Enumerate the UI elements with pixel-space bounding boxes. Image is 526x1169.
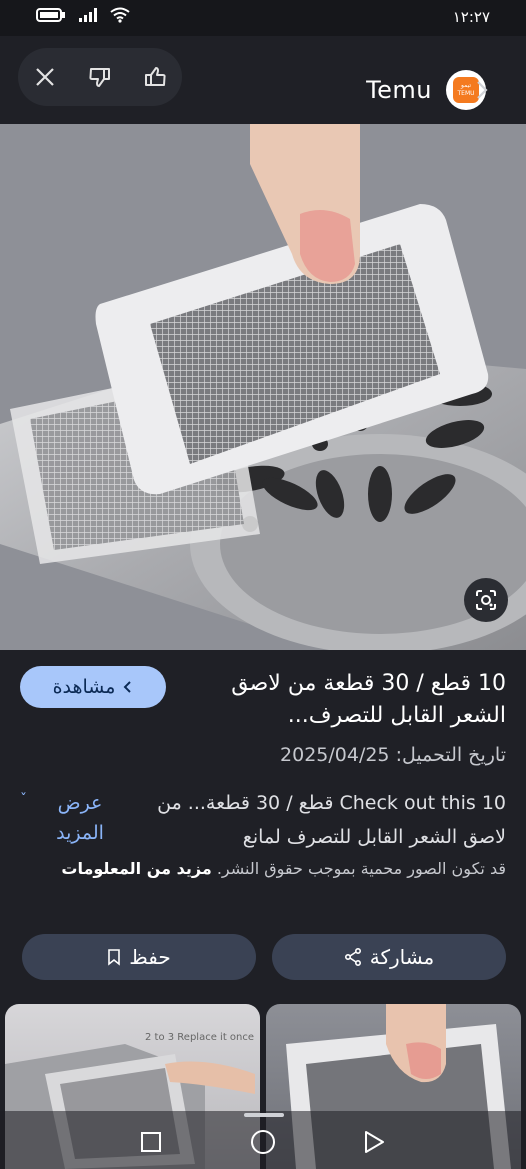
- result-title[interactable]: 10 قطع / 30 قطعة من لاصق الشعر القابل لل…: [186, 668, 506, 732]
- status-bar: ١٢:٢٧: [0, 0, 526, 36]
- top-bar: Temu تيمو TEMU: [0, 36, 526, 124]
- back-icon[interactable]: [362, 1129, 386, 1155]
- thumb-caption: 2 to 3 Replace it once: [145, 1032, 255, 1043]
- view-label: مشاهدة: [52, 676, 116, 698]
- system-nav-bar: [0, 1111, 526, 1169]
- view-button[interactable]: مشاهدة: [20, 666, 166, 708]
- signal-icon: [79, 8, 97, 22]
- chevron-right-icon: [124, 681, 132, 693]
- status-time: ١٢:٢٧: [452, 8, 490, 26]
- close-button[interactable]: [25, 57, 65, 97]
- drain-sticker-photo: [0, 124, 526, 650]
- source-brand[interactable]: Temu تيمو TEMU: [366, 70, 486, 110]
- lens-icon: [476, 590, 496, 610]
- dislike-button[interactable]: [80, 57, 120, 97]
- page-indicator: [244, 1113, 284, 1117]
- more-info-link[interactable]: مزيد من المعلومات: [61, 859, 211, 878]
- thumbs-down-icon: [89, 68, 110, 87]
- feedback-actions: [18, 48, 182, 106]
- battery-icon: [36, 8, 65, 22]
- status-icons: [36, 7, 130, 23]
- upload-date: تاريخ التحميل: 2025/04/25: [280, 744, 506, 766]
- recents-icon[interactable]: [140, 1131, 162, 1153]
- save-button[interactable]: حفظ: [22, 934, 256, 980]
- show-more-link[interactable]: عرض المزيد: [42, 788, 118, 848]
- brand-name: Temu: [366, 76, 432, 104]
- copyright-notice: قد تكون الصور محمية بموجب حقوق النشر. مز…: [20, 856, 506, 882]
- share-button[interactable]: مشاركة: [272, 934, 506, 980]
- share-icon: [344, 948, 361, 966]
- home-icon[interactable]: [250, 1129, 276, 1155]
- chevron-down-icon[interactable]: ˇ: [20, 792, 27, 808]
- close-icon: [36, 68, 55, 86]
- lens-button[interactable]: [464, 578, 508, 622]
- copyright-text: قد تكون الصور محمية بموجب حقوق النشر.: [216, 859, 506, 878]
- wifi-icon: [110, 7, 130, 23]
- result-image[interactable]: [0, 124, 526, 650]
- share-label: مشاركة: [369, 945, 435, 969]
- like-button[interactable]: [135, 57, 175, 97]
- thumbs-up-icon: [144, 67, 166, 86]
- result-description: Check out this 10 قطع / 30 قطعة... من لا…: [157, 792, 506, 848]
- chevron-right-icon[interactable]: [476, 80, 488, 100]
- save-label: حفظ: [129, 945, 171, 969]
- bookmark-icon: [108, 949, 121, 966]
